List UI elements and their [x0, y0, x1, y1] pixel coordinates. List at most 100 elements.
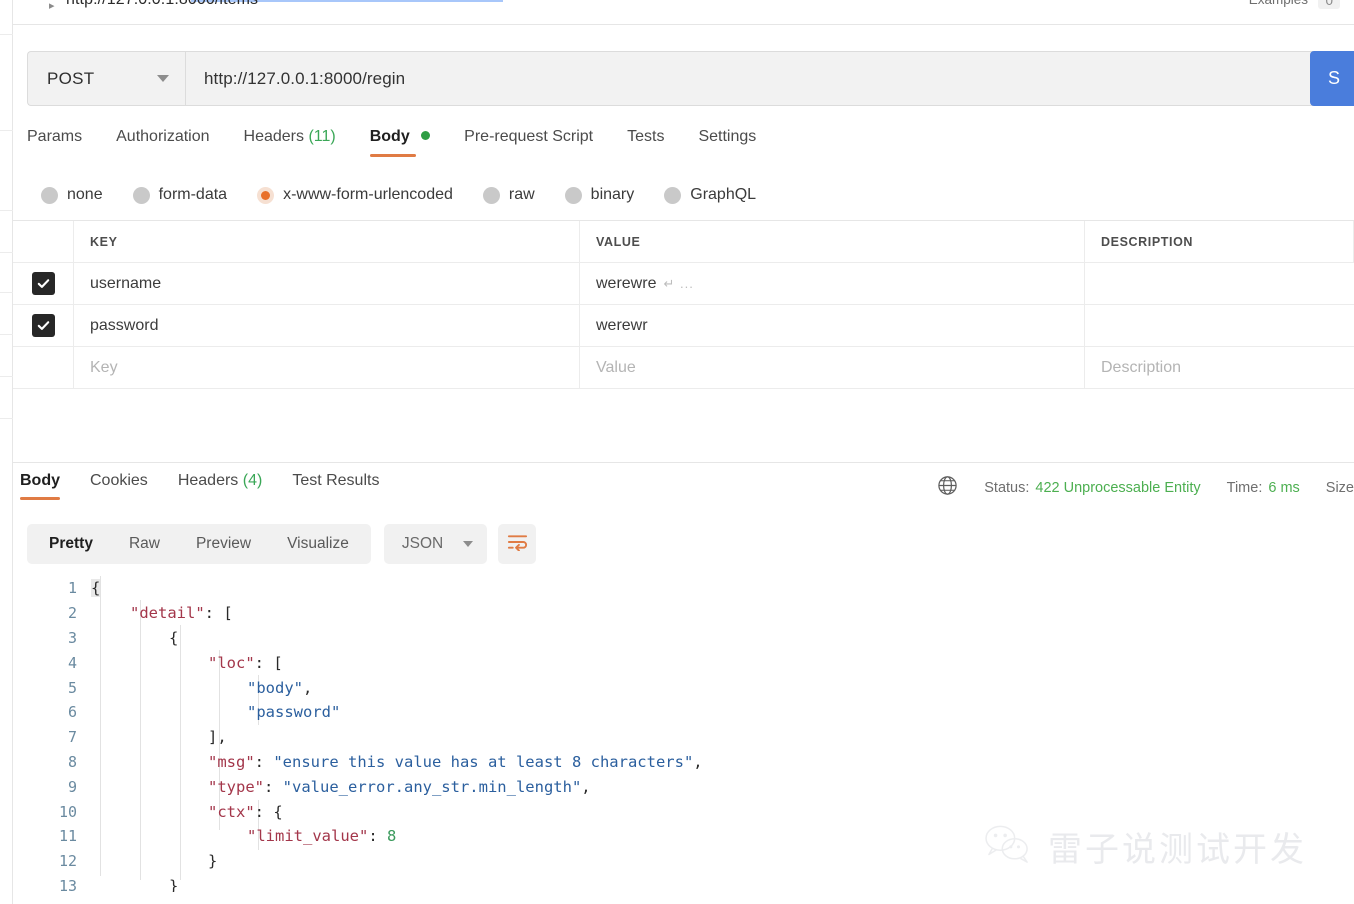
breadcrumb-url: http://127.0.0.1:8000/items	[66, 0, 258, 9]
new-row-checkbox-cell	[13, 347, 74, 388]
url-value: http://127.0.0.1:8000/regin	[204, 68, 406, 88]
radio-raw[interactable]: raw	[482, 186, 535, 204]
code-token: {	[91, 579, 101, 598]
line-number: 8	[67, 752, 77, 771]
radio-form-data-label: form-data	[158, 186, 228, 203]
divider	[13, 24, 1354, 25]
code-line: 6 "password"	[13, 700, 1354, 725]
view-mode-pretty[interactable]: Pretty	[31, 527, 111, 561]
table-new-row[interactable]: Key Value Description	[13, 347, 1354, 389]
line-number: 13	[58, 876, 77, 892]
radio-graphql[interactable]: GraphQL	[664, 186, 756, 204]
response-tab-test-results[interactable]: Test Results	[292, 472, 379, 500]
row-checkbox-cell[interactable]	[13, 305, 74, 346]
code-line-content[interactable]: "msg": "ensure this value has at least 8…	[91, 753, 703, 771]
checkbox-checked-icon[interactable]	[31, 314, 55, 337]
view-mode-visualize[interactable]: Visualize	[269, 527, 367, 561]
tab-params-label: Params	[27, 128, 83, 145]
code-token: :	[368, 827, 387, 846]
radio-form-data[interactable]: form-data	[132, 186, 228, 204]
code-line-content[interactable]: "password"	[91, 703, 340, 721]
code-line-content[interactable]: "loc": [	[91, 654, 283, 672]
code-token: ],	[208, 728, 227, 747]
code-line-content[interactable]: "body",	[91, 679, 312, 697]
code-token: ,	[693, 752, 703, 771]
tab-body[interactable]: Body	[369, 128, 450, 157]
size-label[interactable]: Size	[1326, 480, 1354, 496]
radio-binary[interactable]: binary	[564, 186, 634, 204]
response-tab-headers-label: Headers	[177, 472, 239, 489]
view-mode-preview[interactable]: Preview	[178, 527, 269, 561]
radio-none[interactable]: none	[41, 186, 103, 204]
code-line-content[interactable]: "detail": [	[91, 604, 233, 622]
request-url-bar: POST http://127.0.0.1:8000/regin	[27, 51, 1325, 106]
code-token: }	[208, 852, 218, 871]
column-header-value: VALUE	[596, 234, 641, 249]
tab-headers[interactable]: Headers (11)	[244, 128, 356, 157]
globe-icon[interactable]	[937, 475, 958, 501]
time-value[interactable]: 6 ms	[1268, 480, 1299, 496]
http-method-select[interactable]: POST	[27, 51, 185, 106]
wrap-lines-icon	[507, 533, 528, 556]
response-body-code[interactable]: 1{2 "detail": [3{4 "loc": [5 "body", 6 "passw…	[13, 576, 1354, 892]
tab-tests[interactable]: Tests	[627, 128, 684, 157]
new-row-value-placeholder[interactable]: Value	[596, 359, 636, 377]
table-row[interactable]: username werewre ↵ ...	[13, 263, 1354, 305]
status-badge[interactable]: 422 Unprocessable Entity	[1035, 480, 1200, 496]
response-tab-body[interactable]: Body	[20, 472, 60, 500]
code-line-content[interactable]: }	[91, 852, 217, 870]
code-line-content[interactable]: "limit_value": 8	[91, 827, 396, 845]
code-line-content[interactable]: ],	[91, 728, 227, 746]
code-line-content[interactable]: {	[91, 629, 178, 647]
table-row[interactable]: password werewr	[13, 305, 1354, 347]
wrap-lines-button[interactable]	[498, 524, 537, 564]
code-token: : [	[254, 653, 283, 672]
time-label: Time:	[1226, 480, 1263, 496]
tab-authorization[interactable]: Authorization	[116, 128, 229, 157]
view-mode-raw[interactable]: Raw	[111, 527, 178, 561]
code-line: 13}	[13, 874, 1354, 892]
breadcrumb[interactable]: ▸ http://127.0.0.1:8000/items Examples 0	[13, 0, 1354, 24]
code-line-content[interactable]: "ctx": {	[91, 803, 283, 821]
radio-graphql-label: GraphQL	[690, 186, 757, 203]
tab-pre-request-script[interactable]: Pre-request Script	[464, 128, 613, 157]
line-number: 7	[67, 728, 77, 747]
code-token: "detail"	[130, 604, 205, 623]
row-key[interactable]: password	[90, 317, 158, 335]
tab-params[interactable]: Params	[27, 128, 102, 157]
code-line-content[interactable]: {	[91, 579, 101, 598]
response-tab-cookies[interactable]: Cookies	[90, 472, 148, 500]
send-button[interactable]: S	[1310, 51, 1354, 106]
response-tab-headers[interactable]: Headers (4)	[178, 472, 263, 500]
radio-form-data-icon	[132, 186, 150, 204]
response-tab-body-label: Body	[20, 472, 60, 489]
checkbox-checked-icon[interactable]	[31, 272, 55, 295]
response-tab-cookies-label: Cookies	[90, 472, 148, 489]
radio-none-icon	[41, 186, 58, 204]
code-line-content[interactable]: }	[91, 877, 178, 892]
status-label: Status:	[984, 480, 1030, 496]
row-key[interactable]: username	[90, 275, 161, 293]
request-tabs: Params Authorization Headers (11) Body P…	[27, 128, 790, 160]
new-row-key-placeholder[interactable]: Key	[90, 359, 118, 377]
body-type-radio-group: none form-data x-www-form-urlencoded raw…	[41, 180, 786, 210]
radio-x-www-form-urlencoded-label: x-www-form-urlencoded	[283, 186, 453, 203]
code-token: :	[254, 752, 274, 771]
radio-raw-label: raw	[508, 186, 535, 203]
body-modified-dot-icon	[421, 131, 431, 140]
header-checkbox-cell	[13, 221, 74, 262]
radio-x-www-form-urlencoded[interactable]: x-www-form-urlencoded	[257, 186, 453, 204]
code-token: ,	[581, 777, 591, 796]
response-format-select[interactable]: JSON	[383, 524, 488, 564]
new-row-description-placeholder[interactable]: Description	[1101, 359, 1181, 377]
code-line-content[interactable]: "type": "value_error.any_str.min_length"…	[91, 778, 591, 796]
tab-authorization-label: Authorization	[116, 128, 210, 145]
url-input[interactable]: http://127.0.0.1:8000/regin	[185, 51, 1325, 106]
table-header-row: KEY VALUE DESCRIPTION	[13, 221, 1354, 263]
row-checkbox-cell[interactable]	[13, 263, 74, 304]
code-line: 8 "msg": "ensure this value has at least …	[13, 750, 1354, 775]
row-value[interactable]: werewre	[596, 275, 656, 293]
tab-settings[interactable]: Settings	[698, 128, 776, 157]
row-value[interactable]: werewr	[596, 317, 648, 335]
examples-label[interactable]: Examples	[1249, 0, 1308, 7]
